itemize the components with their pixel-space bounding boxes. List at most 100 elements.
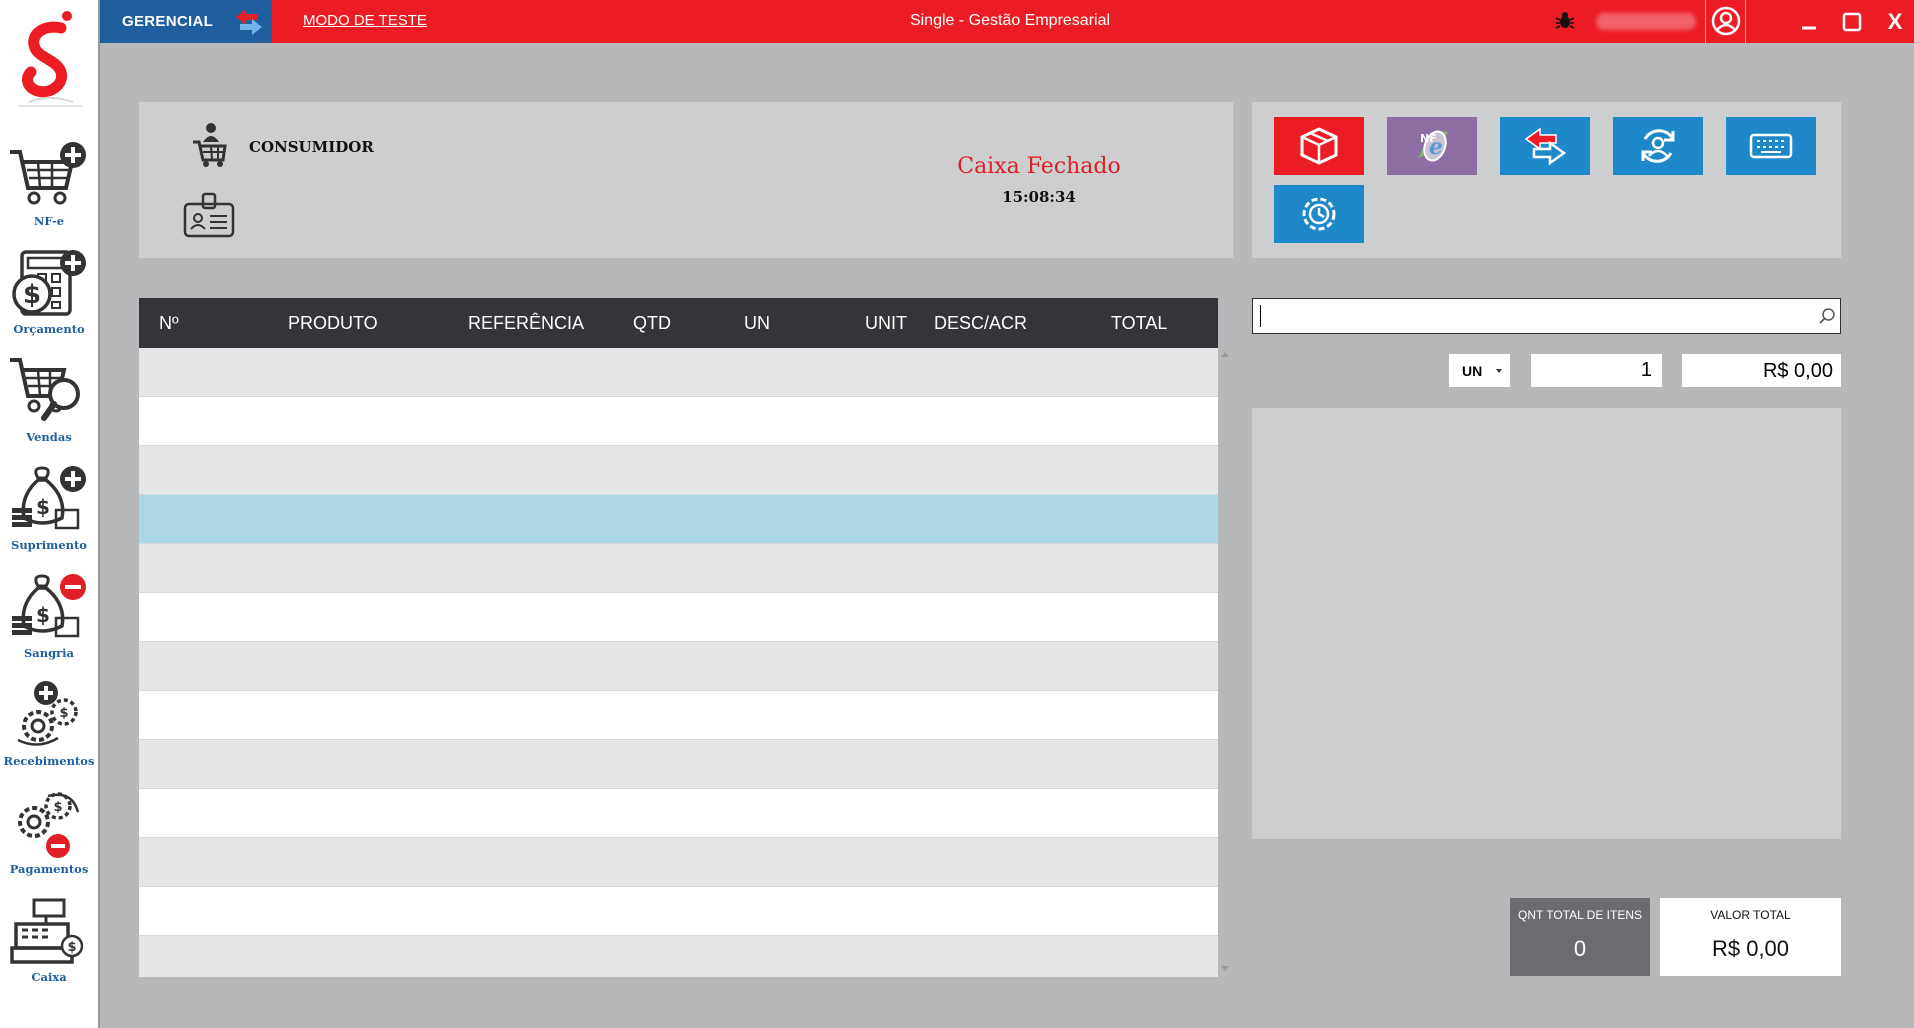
- table-row[interactable]: [139, 544, 1218, 593]
- customer-refresh-button[interactable]: [1613, 117, 1703, 175]
- user-avatar-icon[interactable]: [1711, 6, 1741, 36]
- user-name-redacted: [1596, 13, 1696, 30]
- table-row[interactable]: [139, 397, 1218, 446]
- product-search-input[interactable]: [1252, 298, 1841, 334]
- bug-icon[interactable]: [1554, 10, 1576, 32]
- gears-minus-icon: $: [18, 792, 80, 858]
- total-value-box: VALOR TOTAL R$ 0,00: [1660, 898, 1841, 976]
- sidebar-item-orcamento[interactable]: $ Orçamento: [0, 248, 98, 348]
- svg-text:$: $: [59, 706, 68, 721]
- column-header-discount[interactable]: DESC/ACR: [934, 313, 1027, 334]
- clock: 15:08:34: [1002, 188, 1076, 206]
- table-row[interactable]: [139, 740, 1218, 789]
- exchange-button[interactable]: [1500, 117, 1590, 175]
- column-header-reference[interactable]: REFERÊNCIA: [468, 313, 584, 334]
- nfe-button[interactable]: e NF: [1387, 117, 1477, 175]
- sidebar-item-vendas[interactable]: Vendas: [0, 356, 98, 456]
- cashier-status: Caixa Fechado: [957, 154, 1121, 179]
- logo-divider: [18, 105, 82, 107]
- table-row[interactable]: [139, 446, 1218, 495]
- sidebar-item-label: Recebimentos: [3, 754, 95, 768]
- cart-search-icon: [10, 358, 80, 421]
- scroll-down-icon[interactable]: [1220, 965, 1230, 973]
- sidebar: NF-e $ Orçamento Vendas $ Suprimento $ S…: [0, 0, 100, 1028]
- unit-select[interactable]: UN: [1449, 354, 1510, 387]
- price-input[interactable]: R$ 0,00: [1682, 354, 1841, 387]
- column-header-total[interactable]: TOTAL: [1111, 313, 1167, 334]
- action-panel: e NF: [1252, 102, 1841, 258]
- items-table: Nº PRODUTO REFERÊNCIA QTD UN UNIT DESC/A…: [139, 298, 1218, 977]
- total-items-box: QNT TOTAL DE ITENS 0: [1510, 898, 1650, 976]
- column-header-quantity[interactable]: QTD: [633, 313, 671, 334]
- settings-button[interactable]: [1274, 185, 1364, 243]
- mode-label: GERENCIAL: [122, 13, 214, 30]
- text-caret: [1260, 305, 1261, 327]
- box-icon: [1300, 127, 1338, 165]
- sidebar-item-label: Orçamento: [13, 322, 85, 336]
- exchange-arrows-icon: [1524, 127, 1567, 166]
- keyboard-icon: [1749, 133, 1793, 159]
- close-button[interactable]: X: [1881, 8, 1909, 36]
- switch-mode-icon[interactable]: [232, 5, 266, 39]
- column-header-product[interactable]: PRODUTO: [288, 313, 378, 334]
- svg-text:NF: NF: [1420, 132, 1437, 145]
- minimize-icon: [1802, 26, 1816, 30]
- table-row[interactable]: [139, 348, 1218, 397]
- table-row[interactable]: [139, 838, 1218, 887]
- table-body[interactable]: [139, 348, 1218, 977]
- table-row[interactable]: [139, 593, 1218, 642]
- sidebar-item-sangria[interactable]: $ Sangria: [0, 572, 98, 672]
- sidebar-item-nfe[interactable]: NF-e: [0, 140, 98, 240]
- sidebar-item-suprimento[interactable]: $ Suprimento: [0, 464, 98, 564]
- total-items-value: 0: [1573, 936, 1587, 961]
- id-card-icon[interactable]: [183, 192, 235, 238]
- column-header-unit[interactable]: UN: [744, 313, 770, 334]
- table-row[interactable]: [139, 642, 1218, 691]
- client-name[interactable]: CONSUMIDOR: [249, 138, 374, 156]
- sidebar-item-recebimentos[interactable]: $ Recebimentos: [0, 680, 98, 780]
- product-button[interactable]: [1274, 117, 1364, 175]
- table-row[interactable]: [139, 789, 1218, 838]
- chevron-down-icon: [1496, 369, 1502, 373]
- sidebar-item-label: Sangria: [23, 646, 75, 660]
- svg-text:$: $: [67, 940, 76, 955]
- divider: [1745, 0, 1746, 43]
- total-value-label: VALOR TOTAL: [1710, 908, 1791, 922]
- table-row-selected[interactable]: [139, 495, 1218, 544]
- quantity-input[interactable]: 1: [1531, 354, 1662, 387]
- keyboard-button[interactable]: [1726, 117, 1816, 175]
- table-header: Nº PRODUTO REFERÊNCIA QTD UN UNIT DESC/A…: [139, 298, 1218, 348]
- test-mode-link[interactable]: MODO DE TESTE: [303, 12, 427, 29]
- search-icon[interactable]: [1818, 307, 1836, 325]
- sidebar-item-label: Suprimento: [11, 538, 87, 552]
- sidebar-item-label: Vendas: [26, 430, 72, 444]
- svg-text:$: $: [23, 280, 41, 310]
- gears-plus-icon: $: [17, 681, 78, 746]
- sidebar-item-label: Caixa: [31, 970, 67, 984]
- maximize-button[interactable]: [1838, 8, 1866, 36]
- customer-cart-icon: [193, 123, 227, 167]
- cart-plus-icon: [10, 142, 86, 205]
- single-logo-icon: [22, 11, 74, 103]
- gear-clock-icon: [1302, 197, 1336, 231]
- total-value-amount: R$ 0,00: [1711, 936, 1790, 961]
- scroll-up-icon[interactable]: [1220, 350, 1230, 358]
- nfe-logo-icon: e NF: [1418, 130, 1448, 162]
- column-header-unit-price[interactable]: UNIT: [865, 313, 907, 334]
- svg-text:$: $: [53, 800, 62, 815]
- user-refresh-icon: [1641, 129, 1675, 163]
- svg-text:$: $: [36, 603, 50, 627]
- app-title: Single - Gestão Empresarial: [909, 12, 1111, 29]
- calculator-money-icon: $: [12, 250, 86, 316]
- sidebar-item-pagamentos[interactable]: $ Pagamentos: [0, 788, 98, 888]
- table-row[interactable]: [139, 887, 1218, 936]
- money-bag-plus-icon: $: [12, 466, 86, 530]
- total-items-label: QNT TOTAL DE ITENS: [1517, 908, 1643, 922]
- minimize-button[interactable]: [1795, 8, 1823, 36]
- unit-value: UN: [1462, 362, 1483, 379]
- table-row[interactable]: [139, 936, 1218, 977]
- column-header-number[interactable]: Nº: [159, 313, 179, 334]
- table-row[interactable]: [139, 691, 1218, 740]
- sidebar-item-caixa[interactable]: $ Caixa: [0, 896, 98, 996]
- money-bag-minus-icon: $: [12, 574, 86, 638]
